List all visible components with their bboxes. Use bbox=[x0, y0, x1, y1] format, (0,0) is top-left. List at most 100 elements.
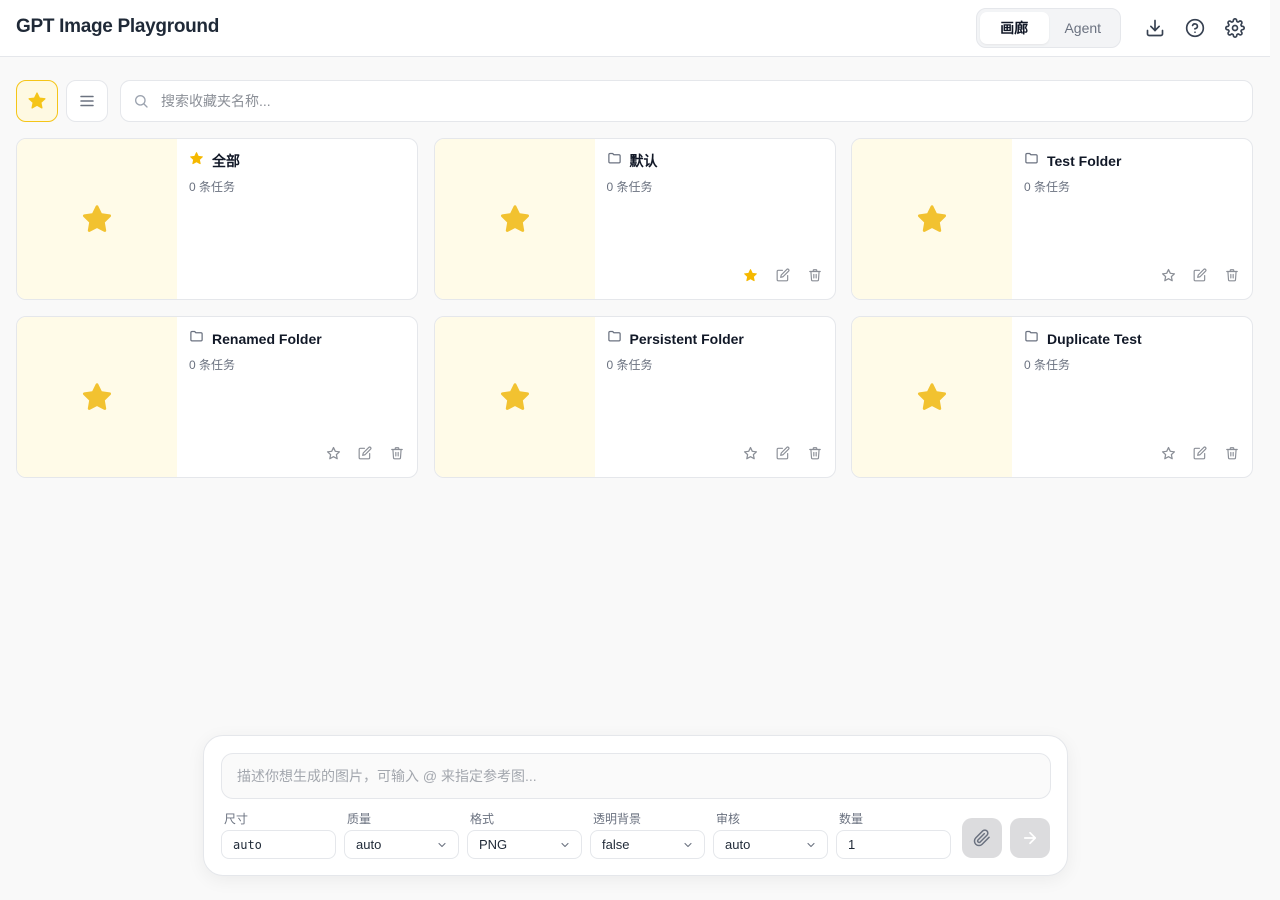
rename-button[interactable] bbox=[1192, 445, 1208, 461]
transparent-bg-select[interactable]: false bbox=[590, 830, 705, 859]
moderation-label: 审核 bbox=[716, 812, 741, 826]
paperclip-icon bbox=[973, 829, 990, 847]
chevron-down-icon bbox=[561, 842, 569, 847]
chevron-down-icon bbox=[438, 842, 446, 847]
folder-thumbnail bbox=[17, 139, 177, 299]
rename-button[interactable] bbox=[1192, 267, 1208, 283]
transparent-bg-field: 透明背景 false bbox=[590, 812, 705, 859]
folder-name: 全部 bbox=[212, 153, 240, 169]
settings-icon[interactable] bbox=[1223, 16, 1247, 40]
favorite-button[interactable] bbox=[1160, 267, 1176, 283]
tab-agent[interactable]: Agent bbox=[1049, 12, 1118, 44]
folder-thumbnail bbox=[434, 317, 595, 477]
moderation-select[interactable]: auto bbox=[713, 830, 828, 859]
moderation-value: auto bbox=[725, 837, 751, 852]
format-value: PNG bbox=[479, 837, 508, 852]
favorites-toggle-button[interactable] bbox=[16, 80, 58, 122]
send-button[interactable] bbox=[1010, 818, 1050, 858]
folder-search bbox=[120, 80, 1253, 122]
edit-icon bbox=[776, 446, 789, 460]
folder-card[interactable]: 全部 0 条任务 bbox=[16, 138, 418, 300]
folder-thumbnail bbox=[852, 139, 1012, 299]
count-label: 数量 bbox=[839, 812, 864, 826]
favorite-button[interactable] bbox=[743, 267, 759, 283]
delete-button[interactable] bbox=[1224, 445, 1240, 461]
star-outline-icon bbox=[326, 446, 340, 459]
format-label: 格式 bbox=[470, 812, 495, 826]
delete-button[interactable] bbox=[1224, 267, 1240, 283]
star-icon bbox=[918, 383, 946, 410]
folder-icon bbox=[190, 330, 203, 342]
folder-thumbnail bbox=[434, 139, 595, 299]
folder-name: Test Folder bbox=[1047, 153, 1122, 169]
edit-icon bbox=[358, 446, 372, 460]
edit-icon bbox=[776, 268, 789, 282]
folder-name: Persistent Folder bbox=[629, 331, 744, 347]
transparent-bg-label: 透明背景 bbox=[593, 812, 642, 826]
tab-gallery[interactable]: 画廊 bbox=[980, 12, 1049, 44]
folder-card[interactable]: Duplicate Test 0 条任务 bbox=[851, 316, 1253, 478]
star-icon bbox=[28, 92, 46, 109]
size-field: 尺寸 auto bbox=[221, 812, 336, 859]
download-icon[interactable] bbox=[1143, 16, 1167, 40]
star-icon bbox=[83, 383, 111, 410]
folder-info: Duplicate Test 0 条任务 bbox=[1012, 317, 1252, 477]
folder-icon bbox=[1025, 152, 1038, 164]
star-icon bbox=[500, 383, 529, 410]
edit-icon bbox=[1193, 268, 1207, 282]
size-input[interactable]: auto bbox=[221, 830, 336, 859]
star-outline-icon bbox=[743, 446, 758, 459]
quality-label: 质量 bbox=[347, 812, 372, 826]
rename-button[interactable] bbox=[357, 445, 373, 461]
folder-name: Duplicate Test bbox=[1047, 331, 1142, 347]
folder-info: Test Folder 0 条任务 bbox=[1012, 139, 1252, 299]
delete-button[interactable] bbox=[807, 267, 823, 283]
format-select[interactable]: PNG bbox=[467, 830, 582, 859]
star-icon bbox=[500, 205, 529, 232]
folder-card[interactable]: 默认 0 条任务 bbox=[433, 138, 836, 300]
app-title: GPT Image Playground bbox=[16, 16, 220, 37]
folder-actions bbox=[743, 445, 823, 461]
help-icon[interactable] bbox=[1183, 16, 1207, 40]
rename-button[interactable] bbox=[775, 267, 791, 283]
folder-thumbnail bbox=[17, 317, 177, 477]
folder-thumbnail bbox=[852, 317, 1012, 477]
size-value: auto bbox=[233, 837, 262, 852]
quality-value: auto bbox=[356, 837, 382, 852]
folder-info: 全部 0 条任务 bbox=[177, 139, 417, 299]
format-field: 格式 PNG bbox=[467, 812, 582, 859]
attach-button[interactable] bbox=[962, 818, 1002, 858]
favorite-button[interactable] bbox=[325, 445, 341, 461]
edit-icon bbox=[1193, 446, 1207, 460]
folder-card[interactable]: Renamed Folder 0 条任务 bbox=[16, 316, 418, 478]
folder-card[interactable]: Persistent Folder 0 条任务 bbox=[433, 316, 836, 478]
list-view-button[interactable] bbox=[66, 80, 108, 122]
favorite-button[interactable] bbox=[1160, 445, 1176, 461]
folder-name: 默认 bbox=[629, 153, 658, 169]
folder-task-count: 0 条任务 bbox=[189, 180, 236, 194]
folder-icon bbox=[607, 152, 621, 164]
trash-icon bbox=[391, 447, 403, 460]
rename-button[interactable] bbox=[775, 445, 791, 461]
app-header: GPT Image Playground 画廊 Agent bbox=[0, 0, 1270, 57]
folder-info: Persistent Folder 0 条任务 bbox=[595, 317, 835, 477]
star-outline-icon bbox=[1161, 268, 1175, 281]
folder-card[interactable]: Test Folder 0 条任务 bbox=[851, 138, 1253, 300]
folder-name: Renamed Folder bbox=[212, 331, 322, 347]
arrow-right-icon bbox=[1023, 831, 1037, 845]
prompt-input[interactable] bbox=[221, 753, 1051, 799]
chevron-down-icon bbox=[684, 842, 692, 847]
prompt-composer: 尺寸 auto 质量 auto 格式 PNG 透明背景 false 审核 aut… bbox=[203, 735, 1068, 876]
search-icon bbox=[133, 93, 149, 114]
delete-button[interactable] bbox=[389, 445, 405, 461]
favorite-button[interactable] bbox=[743, 445, 759, 461]
view-switcher: 画廊 Agent bbox=[976, 8, 1121, 48]
folder-task-count: 0 条任务 bbox=[606, 180, 653, 194]
quality-select[interactable]: auto bbox=[344, 830, 459, 859]
folder-task-count: 0 条任务 bbox=[1024, 180, 1071, 194]
folder-actions bbox=[325, 445, 405, 461]
count-input[interactable]: 1 bbox=[836, 830, 951, 859]
star-icon bbox=[190, 152, 203, 165]
delete-button[interactable] bbox=[807, 445, 823, 461]
search-input[interactable] bbox=[161, 81, 1241, 121]
